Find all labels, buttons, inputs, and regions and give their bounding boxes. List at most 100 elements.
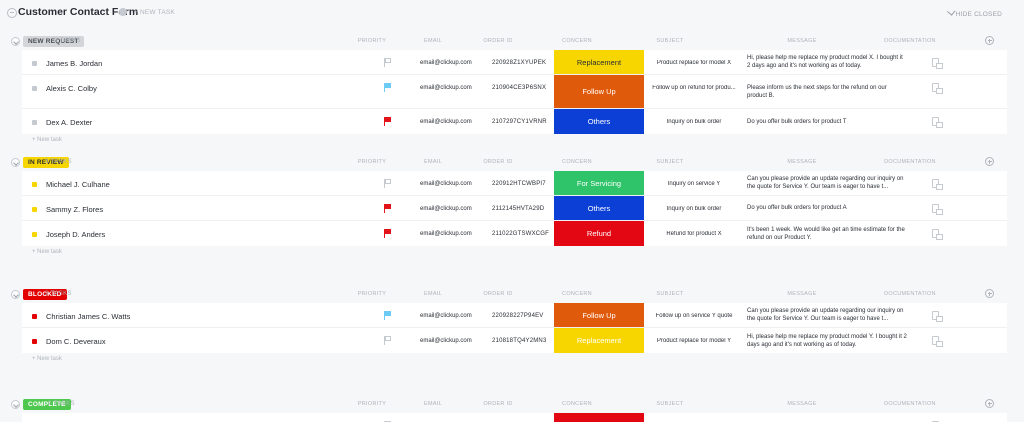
email-cell[interactable]: email@clickup.com: [420, 206, 472, 212]
column-header-concern[interactable]: CONCERN: [537, 291, 617, 297]
subject-cell[interactable]: Follow up on refund for produ...: [646, 85, 742, 91]
order-id-cell[interactable]: 220912HTCWBPI7: [492, 181, 546, 187]
column-header-priority[interactable]: PRIORITY: [342, 401, 402, 407]
message-cell[interactable]: It's been 1 week. We would like get an t…: [747, 413, 907, 422]
order-id-cell[interactable]: 220928Z1XYUPEK: [492, 60, 546, 66]
priority-flag-icon[interactable]: [384, 229, 392, 238]
column-header-documentation[interactable]: DOCUMENTATION: [860, 38, 960, 44]
table-row[interactable]: Christian James C. Watts email@clickup.co…: [22, 303, 1007, 328]
priority-flag-icon[interactable]: [384, 311, 392, 320]
table-row[interactable]: Dom C. Deveraux email@clickup.com 210818TQ…: [22, 328, 1007, 353]
task-name[interactable]: Dom C. Deveraux: [46, 337, 106, 346]
subject-cell[interactable]: Product replace for model Y: [646, 338, 742, 344]
table-row[interactable]: It's been 1 week. We would like get an t…: [22, 413, 1007, 422]
concern-badge[interactable]: Others: [554, 109, 644, 134]
email-cell[interactable]: email@clickup.com: [420, 231, 472, 237]
column-header-subject[interactable]: SUBJECT: [630, 38, 710, 44]
column-header-email[interactable]: EMAIL: [403, 159, 463, 165]
message-cell[interactable]: Hi, please help me replace my product mo…: [747, 50, 907, 74]
priority-flag-icon[interactable]: [384, 58, 392, 67]
add-column-icon[interactable]: [985, 289, 994, 298]
status-dot[interactable]: [32, 314, 37, 319]
priority-flag-icon[interactable]: [384, 117, 392, 126]
email-cell[interactable]: email@clickup.com: [420, 119, 472, 125]
column-header-email[interactable]: EMAIL: [403, 38, 463, 44]
add-column-icon[interactable]: [985, 157, 994, 166]
column-header-subject[interactable]: SUBJECT: [630, 401, 710, 407]
column-header-order-id[interactable]: ORDER ID: [468, 38, 528, 44]
email-cell[interactable]: email@clickup.com: [420, 181, 472, 187]
concern-badge[interactable]: Replacement: [554, 328, 644, 353]
table-row[interactable]: Michael J. Culhane email@clickup.com 22091…: [22, 171, 1007, 196]
group-collapse-icon[interactable]: [11, 400, 20, 409]
email-cell[interactable]: email@clickup.com: [420, 313, 472, 319]
status-dot[interactable]: [32, 120, 37, 125]
task-name[interactable]: Alexis C. Colby: [46, 84, 97, 93]
message-cell[interactable]: Can you please provide an update regardi…: [747, 171, 907, 195]
add-column-icon[interactable]: [985, 36, 994, 45]
concern-badge[interactable]: Refund: [554, 221, 644, 246]
concern-badge[interactable]: [554, 413, 644, 422]
column-header-concern[interactable]: CONCERN: [537, 159, 617, 165]
priority-flag-icon[interactable]: [384, 336, 392, 345]
new-task-button[interactable]: + New task: [32, 353, 1024, 365]
hide-closed-toggle[interactable]: HIDE CLOSED: [946, 7, 1002, 18]
new-task-button[interactable]: + New task: [32, 246, 1024, 258]
column-header-email[interactable]: EMAIL: [403, 291, 463, 297]
subject-cell[interactable]: Inquiry on service Y: [646, 181, 742, 187]
group-collapse-icon[interactable]: [11, 290, 20, 299]
column-header-order-id[interactable]: ORDER ID: [468, 291, 528, 297]
email-cell[interactable]: email@clickup.com: [420, 85, 472, 91]
column-header-message[interactable]: MESSAGE: [762, 38, 842, 44]
column-header-subject[interactable]: SUBJECT: [630, 291, 710, 297]
message-cell[interactable]: It's been 1 week. We would like get an t…: [747, 221, 907, 246]
subject-cell[interactable]: Follow up on service Y quote: [646, 313, 742, 319]
document-icon[interactable]: [932, 83, 943, 94]
column-header-priority[interactable]: PRIORITY: [342, 159, 402, 165]
status-dot[interactable]: [32, 182, 37, 187]
concern-badge[interactable]: Replacement: [554, 50, 644, 74]
order-id-cell[interactable]: 211022GTSWXCGF: [492, 231, 549, 237]
column-header-message[interactable]: MESSAGE: [762, 159, 842, 165]
column-header-documentation[interactable]: DOCUMENTATION: [860, 291, 960, 297]
new-task-button[interactable]: + New task: [32, 134, 1024, 146]
subject-cell[interactable]: Product replace for model X: [646, 60, 742, 66]
order-id-cell[interactable]: 2112145HVTA29D: [492, 206, 544, 212]
table-row[interactable]: Alexis C. Colby email@clickup.com 210904CE…: [22, 75, 1007, 109]
order-id-cell[interactable]: 2107297CY1VRNR: [492, 119, 547, 125]
priority-flag-icon[interactable]: [384, 83, 392, 92]
info-icon[interactable]: [119, 8, 127, 16]
order-id-cell[interactable]: 210818TQ4Y2MN3: [492, 338, 547, 344]
concern-badge[interactable]: Follow Up: [554, 75, 644, 108]
document-icon[interactable]: [932, 311, 943, 322]
column-header-order-id[interactable]: ORDER ID: [468, 401, 528, 407]
task-name[interactable]: James B. Jordan: [46, 59, 102, 68]
message-cell[interactable]: Do you offer bulk orders for product T: [747, 109, 907, 134]
email-cell[interactable]: email@clickup.com: [420, 60, 472, 66]
message-cell[interactable]: Hi, please help me replace my product mo…: [747, 328, 907, 353]
column-header-message[interactable]: MESSAGE: [762, 291, 842, 297]
status-dot[interactable]: [32, 207, 37, 212]
column-header-email[interactable]: EMAIL: [403, 401, 463, 407]
document-icon[interactable]: [932, 117, 943, 128]
status-dot[interactable]: [32, 339, 37, 344]
status-dot[interactable]: [32, 86, 37, 91]
document-icon[interactable]: [932, 58, 943, 69]
document-icon[interactable]: [932, 204, 943, 215]
table-row[interactable]: Sammy Z. Flores email@clickup.com 2112145H…: [22, 196, 1007, 221]
concern-badge[interactable]: Others: [554, 196, 644, 220]
column-header-order-id[interactable]: ORDER ID: [468, 159, 528, 165]
priority-flag-icon[interactable]: [384, 204, 392, 213]
column-header-message[interactable]: MESSAGE: [762, 401, 842, 407]
subject-cell[interactable]: Inquiry on bulk order: [646, 119, 742, 125]
table-row[interactable]: Dex A. Dexter email@clickup.com 2107297CY1…: [22, 109, 1007, 134]
document-icon[interactable]: [932, 229, 943, 240]
document-icon[interactable]: [932, 179, 943, 190]
new-task-link[interactable]: + NEW TASK: [134, 9, 175, 16]
group-collapse-icon[interactable]: [11, 37, 20, 46]
task-name[interactable]: Christian James C. Watts: [46, 312, 130, 321]
concern-badge[interactable]: Follow Up: [554, 303, 644, 327]
subject-cell[interactable]: Refund for product X: [646, 231, 742, 237]
table-row[interactable]: Joseph D. Anders email@clickup.com 211022G…: [22, 221, 1007, 246]
status-dot[interactable]: [32, 61, 37, 66]
